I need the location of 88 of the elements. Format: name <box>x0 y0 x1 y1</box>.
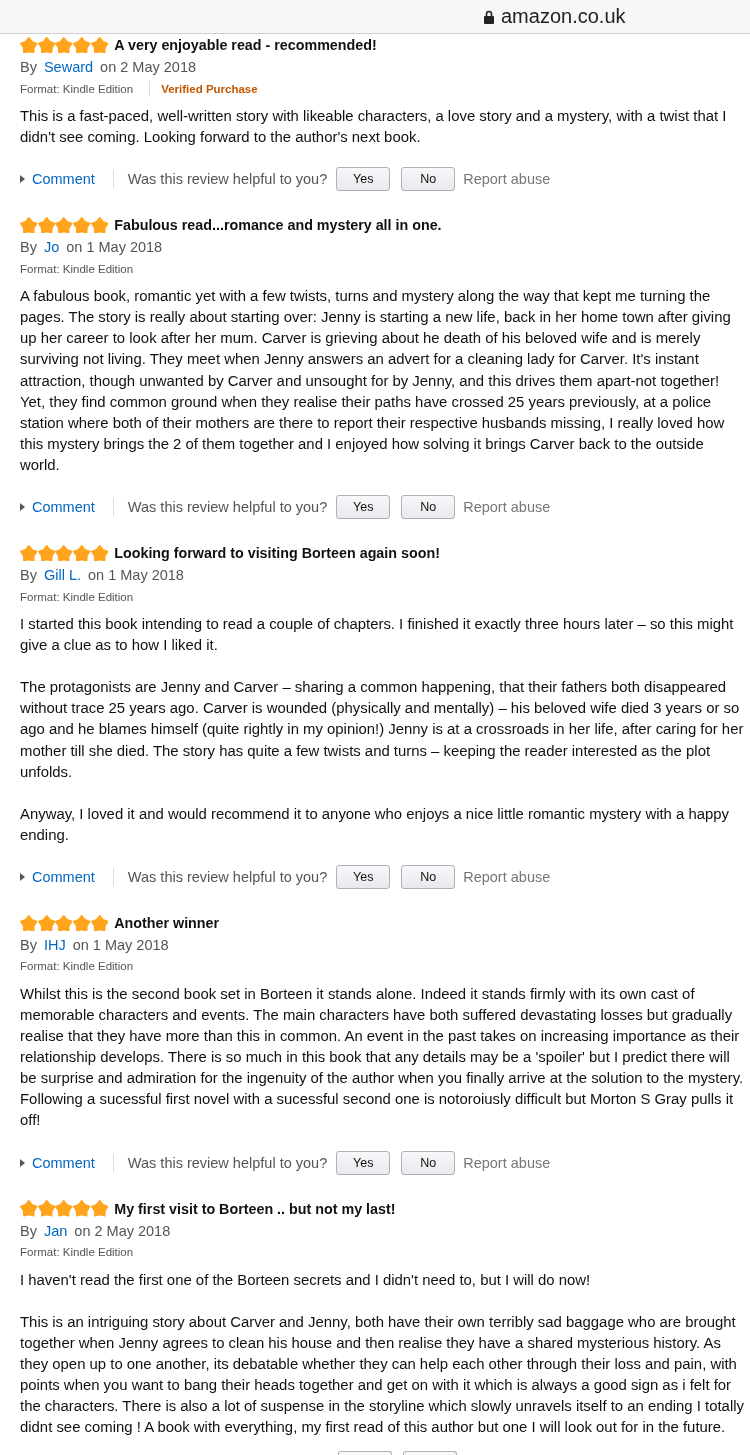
helpful-button[interactable]: No <box>401 1150 456 1175</box>
star-icon <box>90 216 109 234</box>
star-icon <box>73 216 91 234</box>
helpful-prompt: Was this review helpful to you? <box>127 868 328 885</box>
star-icon <box>55 1200 73 1217</box>
author-link[interactable]: Gill L. <box>43 564 81 587</box>
review-date: on 2 May 2018 <box>74 1221 171 1241</box>
review-text: A fabulous book, romantic yet with a few twists, turns and mystery along the way that kept me turning the pages. The story is really about starting over: Jenny is starting a new life, back in her home town after giving up her career to look after her mum. Carver is grieving about he death of his beloved wife and is merely surviving not living. They meet when Jenny answers an advert for a cleaning lady for Carver. It's instant attraction, though unwanted by Carver and unsought for by Jenny, and this drives them apart-not together! Yet, they find common ground when they realise their paths have crossed 25 years previously, at a police station where both of their mothers are there to report their respective husbands missing, I really loved how this mystery brings the 2 of them together and I enjoyed how solving it brings Carver back to the outside world. <box>20 287 732 475</box>
author-link[interactable]: Jo <box>43 236 60 259</box>
review-text: I started this book intending to read a couple of chapters. I finished it exactly three hours later – so this might give a clue as to how I liked it. <box>20 615 735 656</box>
star-icon <box>73 914 91 932</box>
helpful-button[interactable]: Yes <box>336 495 391 520</box>
author-link[interactable]: Jan <box>43 1219 68 1242</box>
helpful-button[interactable]: No <box>401 864 456 889</box>
caret-icon <box>20 1158 25 1167</box>
url-text: amazon.co.uk <box>501 5 626 28</box>
helpful-prompt: Was this review helpful to you? <box>127 499 328 516</box>
by-label: By <box>20 58 37 77</box>
helpful-button[interactable]: Yes <box>336 1150 391 1175</box>
review-date: on 1 May 2018 <box>72 935 169 955</box>
review-date: on 1 May 2018 <box>88 566 184 586</box>
by-label: By <box>20 238 37 258</box>
star-icon <box>55 216 73 234</box>
star-icon <box>20 216 38 234</box>
review-text: I haven't read the first one of the Borteen secrets and I didn't need to, but I will do now! <box>20 1270 592 1290</box>
comment-link[interactable]: Comment <box>20 171 95 188</box>
star-icon <box>20 544 38 562</box>
comment-link[interactable]: Comment <box>20 499 95 516</box>
review-text: The protagonists are Jenny and Carver – sharing a common happening, that their fathers both disappeared without trace 25 years ago. Carver is wounded (physically and mentally) – his beloved wife died 3 years or so ago and he blames himself (quite rightly in my opinion!) Jenny is at a crossroads in her life, after caring for her mother till she died. The story has quite a few twists and turns – keeping the reader interested as the plot unfolds. <box>20 678 745 782</box>
format-label: Format: Kindle Edition <box>20 960 134 973</box>
star-icon <box>20 914 38 932</box>
caret-icon <box>20 175 25 184</box>
helpful-button[interactable]: Yes <box>336 167 391 192</box>
report-abuse-link[interactable]: Report abuse <box>463 868 551 885</box>
star-icon <box>90 914 109 932</box>
star-icon <box>37 216 56 234</box>
star-icon <box>20 1200 38 1217</box>
star-icon <box>73 544 91 562</box>
format-label: Format: Kindle Edition <box>20 82 134 95</box>
helpful-button[interactable]: No <box>401 495 456 520</box>
review-text: Anyway, I loved it and would recommend it to anyone who enjoys a nice little romantic mystery with a happy ending. <box>20 804 731 845</box>
review-text: This is an intriguing story about Carver and Jenny, both have their own terribly sad baggage who are brought together when Jenny agrees to clean his house and then realise they have a shared mysterious history. As they open up to one another, its debatable whether they can help each other through their loss and pain, with points when you want to bang their heads together and get on with it which is always a good sign as i felt for the characters. There is also a lot of suspense in the storyline which slowly unravels itself to an ending I totally didnt see coming ! A book with everything, my first read of this author but one I will look out for in the future. <box>20 1312 745 1438</box>
format-label: Format: Kindle Edition <box>20 262 134 275</box>
star-icon <box>37 544 56 562</box>
review-title: Looking forward to visiting Borteen again soon! <box>114 545 440 562</box>
lock-icon <box>484 9 494 24</box>
report-abuse-link[interactable]: Report abuse <box>463 1154 551 1171</box>
report-abuse-link[interactable]: Report abuse <box>463 499 551 516</box>
format-label: Format: Kindle Edition <box>20 1246 134 1259</box>
author-link[interactable]: IHJ <box>43 933 66 956</box>
comment-link[interactable]: Comment <box>20 1154 95 1171</box>
review-title: My first visit to Borteen .. but not my last! <box>114 1200 396 1217</box>
star-icon <box>73 1200 91 1217</box>
helpful-button[interactable] <box>338 1451 392 1455</box>
star-icon <box>55 544 73 562</box>
helpful-button[interactable]: Yes <box>336 864 391 889</box>
comment-link[interactable]: Comment <box>20 868 95 885</box>
star-icon <box>20 36 38 54</box>
star-icon <box>37 1200 56 1217</box>
star-icon <box>37 914 56 932</box>
star-icon <box>55 36 73 54</box>
report-abuse-link[interactable]: Report abuse <box>463 171 551 188</box>
review-text: Whilst this is the second book set in Borteen it stands alone. Indeed it stands firmly with its own cast of memorable characters and events. The main characters have both suffered devastating losses but gradually realise that they have more than this in common. An event in the past takes on increasing importance as their relationship develops. There is so much in this book that any details may be a 'spoiler' but I predict there will be surprise and admiration for the ingenuity of the author when you finally arrive at the solution to the mystery. Following a sucessful first novel with a sucessful second one is notoroiusly difficult but Morton S Gray pulls it off! <box>20 984 745 1131</box>
helpful-button[interactable] <box>403 1451 457 1455</box>
review-title: Another winner <box>114 914 220 931</box>
caret-icon <box>20 872 25 881</box>
helpful-prompt: Was this review helpful to you? <box>127 1154 328 1171</box>
author-link[interactable]: Seward <box>43 56 94 78</box>
caret-icon <box>20 503 25 512</box>
star-icon <box>90 36 109 54</box>
star-icon <box>55 914 73 932</box>
address-bar[interactable]: amazon.co.uk <box>0 0 750 34</box>
review-title: Fabulous read...romance and mystery all in one. <box>114 217 442 234</box>
verified-purchase-label: Verified Purchase <box>161 82 258 95</box>
by-label: By <box>20 1221 37 1241</box>
star-icon <box>90 1200 109 1217</box>
review-date: on 2 May 2018 <box>100 58 197 77</box>
review-title: A very enjoyable read - recommended! <box>114 37 377 53</box>
star-icon <box>73 36 91 54</box>
format-label: Format: Kindle Edition <box>20 590 134 603</box>
star-icon <box>90 544 109 562</box>
review-text: This is a fast-paced, well-written story with likeable characters, a love story and a mystery, with a twist that I didn't see coming. Looking forward to the author's next book. <box>20 107 728 148</box>
helpful-prompt: Was this review helpful to you? <box>127 171 328 188</box>
by-label: By <box>20 935 37 955</box>
star-icon <box>37 36 56 54</box>
by-label: By <box>20 566 37 586</box>
review-date: on 1 May 2018 <box>66 238 163 258</box>
helpful-button[interactable]: No <box>401 167 456 192</box>
